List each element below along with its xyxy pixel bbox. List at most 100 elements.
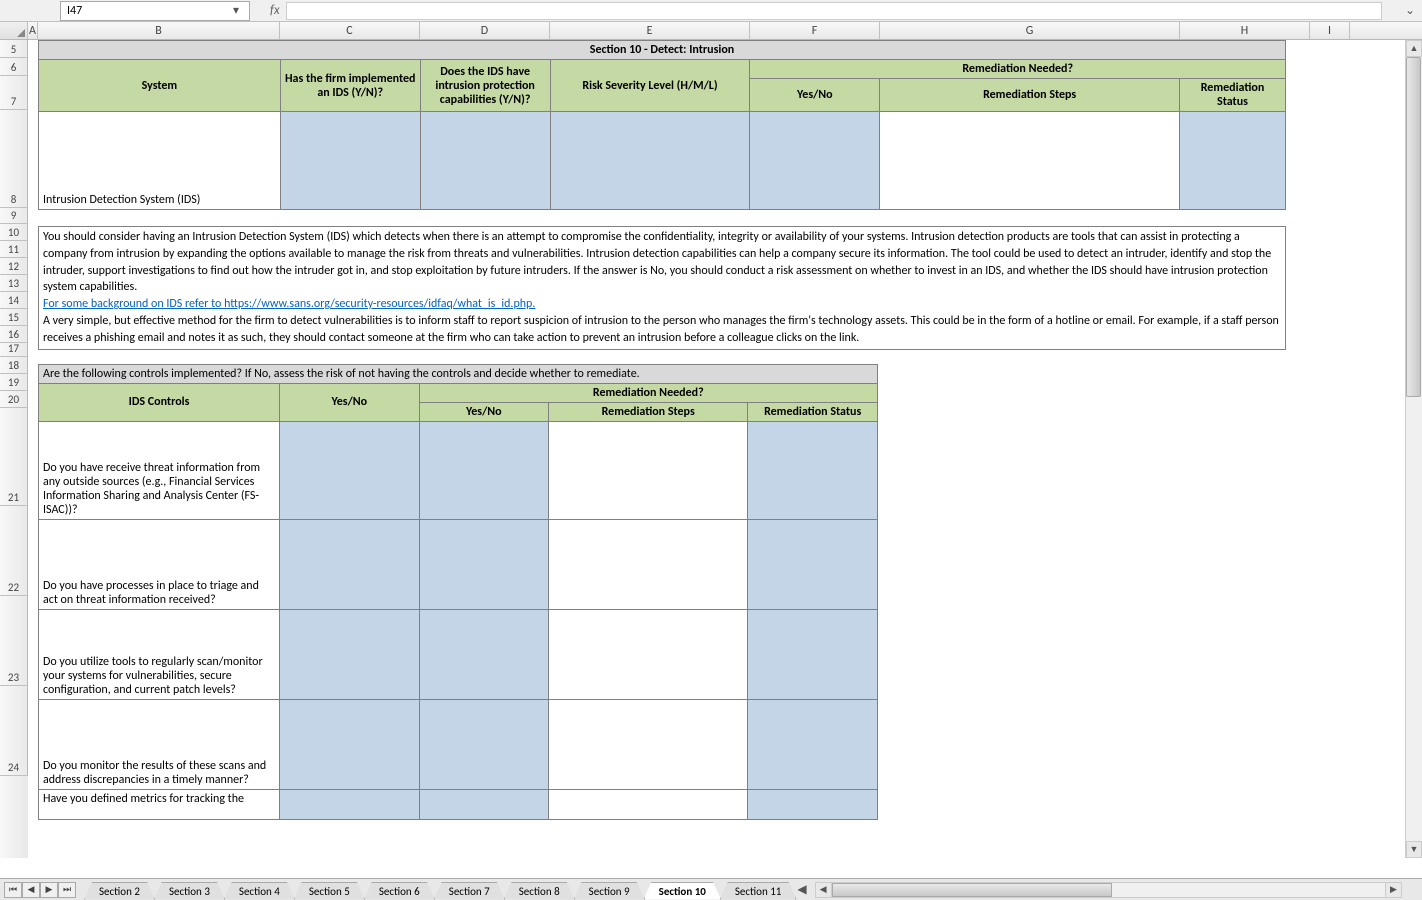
row-header[interactable]: 5 — [0, 40, 28, 58]
control-question[interactable]: Do you utilize tools to regularly scan/m… — [39, 609, 280, 699]
row-header[interactable]: 11 — [0, 241, 28, 258]
cell-input[interactable] — [1180, 112, 1286, 210]
row-header[interactable]: 12 — [0, 258, 28, 275]
tab-nav: ⏮ ◀ ▶ ⏭ — [4, 882, 76, 898]
cell-input[interactable] — [748, 421, 878, 519]
row-header[interactable]: 22 — [0, 506, 28, 596]
control-question[interactable]: Do you have processes in place to triage… — [39, 519, 280, 609]
formula-expand-icon[interactable]: ⌄ — [1402, 3, 1418, 19]
controls-table: Are the following controls implemented? … — [38, 364, 878, 820]
row-header[interactable]: 8 — [0, 110, 28, 208]
cell-input[interactable] — [280, 519, 419, 609]
formula-bar: I47 ▾ fx ⌄ — [0, 0, 1422, 22]
formula-input[interactable] — [286, 2, 1382, 20]
control-question[interactable]: Have you defined metrics for tracking th… — [39, 789, 280, 819]
sheet-tab[interactable]: Section 4 — [224, 882, 295, 900]
col-header-A[interactable]: A — [28, 22, 38, 39]
hscroll-right-icon[interactable]: ▶ — [1385, 883, 1401, 897]
row-header[interactable]: 9 — [0, 208, 28, 224]
col-header-F[interactable]: F — [750, 22, 880, 39]
row-header[interactable]: 24 — [0, 686, 28, 776]
row-header[interactable]: 19 — [0, 374, 28, 391]
row-header[interactable]: 10 — [0, 224, 28, 241]
scroll-track[interactable] — [1406, 57, 1422, 841]
col-header-H[interactable]: H — [1180, 22, 1310, 39]
info-text: You should consider having an Intrusion … — [43, 230, 1271, 294]
col-header-E[interactable]: E — [550, 22, 750, 39]
hscroll-track[interactable] — [832, 883, 1385, 897]
cell-input[interactable] — [280, 609, 419, 699]
sheet-tab[interactable]: Section 9 — [574, 882, 645, 900]
cell-input[interactable] — [549, 421, 748, 519]
col-header-C[interactable]: C — [280, 22, 420, 39]
scroll-up-icon[interactable]: ▲ — [1406, 40, 1422, 57]
sheet-tab[interactable]: Section 5 — [294, 882, 365, 900]
vertical-scrollbar[interactable]: ▲ ▼ — [1405, 40, 1422, 858]
row-header[interactable]: 21 — [0, 408, 28, 506]
row-header[interactable]: 14 — [0, 292, 28, 309]
row-header[interactable]: 16 — [0, 326, 28, 343]
cell-input[interactable] — [420, 112, 550, 210]
row-header[interactable]: 18 — [0, 357, 28, 374]
sheet-tab[interactable]: Section 6 — [364, 882, 435, 900]
cell-input[interactable] — [419, 609, 549, 699]
sheet-tab[interactable]: Section 7 — [434, 882, 505, 900]
cell-system[interactable]: Intrusion Detection System (IDS) — [39, 112, 281, 210]
col-header-G[interactable]: G — [880, 22, 1180, 39]
select-all-corner[interactable] — [0, 22, 28, 39]
sheet-tab[interactable]: Section 11 — [720, 882, 797, 900]
control-question[interactable]: Do you monitor the results of these scan… — [39, 699, 280, 789]
row-header[interactable]: 13 — [0, 275, 28, 292]
cell-input[interactable] — [419, 421, 549, 519]
cell-input[interactable] — [280, 421, 419, 519]
hdr-rem-status: Remediation Status — [748, 402, 878, 421]
cell-input[interactable] — [419, 519, 549, 609]
tab-last-icon[interactable]: ⏭ — [58, 882, 76, 898]
tab-next-icon[interactable]: ▶ — [40, 882, 58, 898]
row-header[interactable]: 17 — [0, 343, 28, 357]
hscroll-left-icon[interactable]: ◀ — [816, 883, 832, 897]
col-header-B[interactable]: B — [38, 22, 280, 39]
cell-input[interactable] — [748, 699, 878, 789]
cell-input[interactable] — [280, 699, 419, 789]
cell-input[interactable] — [419, 789, 549, 819]
cell-input[interactable] — [748, 789, 878, 819]
fx-icon[interactable]: fx — [270, 3, 280, 18]
tab-scroll-left-icon[interactable]: ◀ — [797, 882, 806, 897]
col-header-I[interactable]: I — [1310, 22, 1350, 39]
cell-input[interactable] — [550, 112, 750, 210]
cell-input[interactable] — [880, 112, 1180, 210]
cell-input[interactable] — [549, 609, 748, 699]
cell-input[interactable] — [419, 699, 549, 789]
name-box-dropdown-icon[interactable]: ▾ — [229, 4, 243, 18]
tab-first-icon[interactable]: ⏮ — [4, 882, 22, 898]
hdr-yesno2: Yes/No — [280, 383, 419, 421]
cell-input[interactable] — [549, 519, 748, 609]
hscroll-thumb[interactable] — [832, 883, 1112, 897]
cell-input[interactable] — [549, 789, 748, 819]
row-header[interactable]: 23 — [0, 596, 28, 686]
tab-prev-icon[interactable]: ◀ — [22, 882, 40, 898]
cell-input[interactable] — [750, 112, 880, 210]
scroll-down-icon[interactable]: ▼ — [1406, 841, 1422, 858]
horizontal-scrollbar[interactable]: ◀ ▶ — [815, 882, 1402, 898]
row-header[interactable]: 6 — [0, 58, 28, 76]
col-header-D[interactable]: D — [420, 22, 550, 39]
cell-input[interactable] — [280, 112, 420, 210]
sheet-tab[interactable]: Section 8 — [504, 882, 575, 900]
sheet-tab[interactable]: Section 2 — [84, 882, 155, 900]
row-header[interactable]: 15 — [0, 309, 28, 326]
sheet-tab-active[interactable]: Section 10 — [644, 882, 721, 900]
cell-input[interactable] — [549, 699, 748, 789]
control-question[interactable]: Do you have receive threat information f… — [39, 421, 280, 519]
grid-area[interactable]: Section 10 - Detect: Intrusion System Ha… — [28, 40, 1422, 858]
name-box[interactable]: I47 ▾ — [60, 1, 250, 21]
ids-reference-link[interactable]: For some background on IDS refer to http… — [43, 297, 535, 311]
cell-input[interactable] — [748, 519, 878, 609]
row-header[interactable]: 20 — [0, 391, 28, 408]
cell-input[interactable] — [280, 789, 419, 819]
row-header[interactable]: 7 — [0, 76, 28, 110]
sheet-tab[interactable]: Section 3 — [154, 882, 225, 900]
scroll-thumb[interactable] — [1406, 57, 1421, 397]
cell-input[interactable] — [748, 609, 878, 699]
